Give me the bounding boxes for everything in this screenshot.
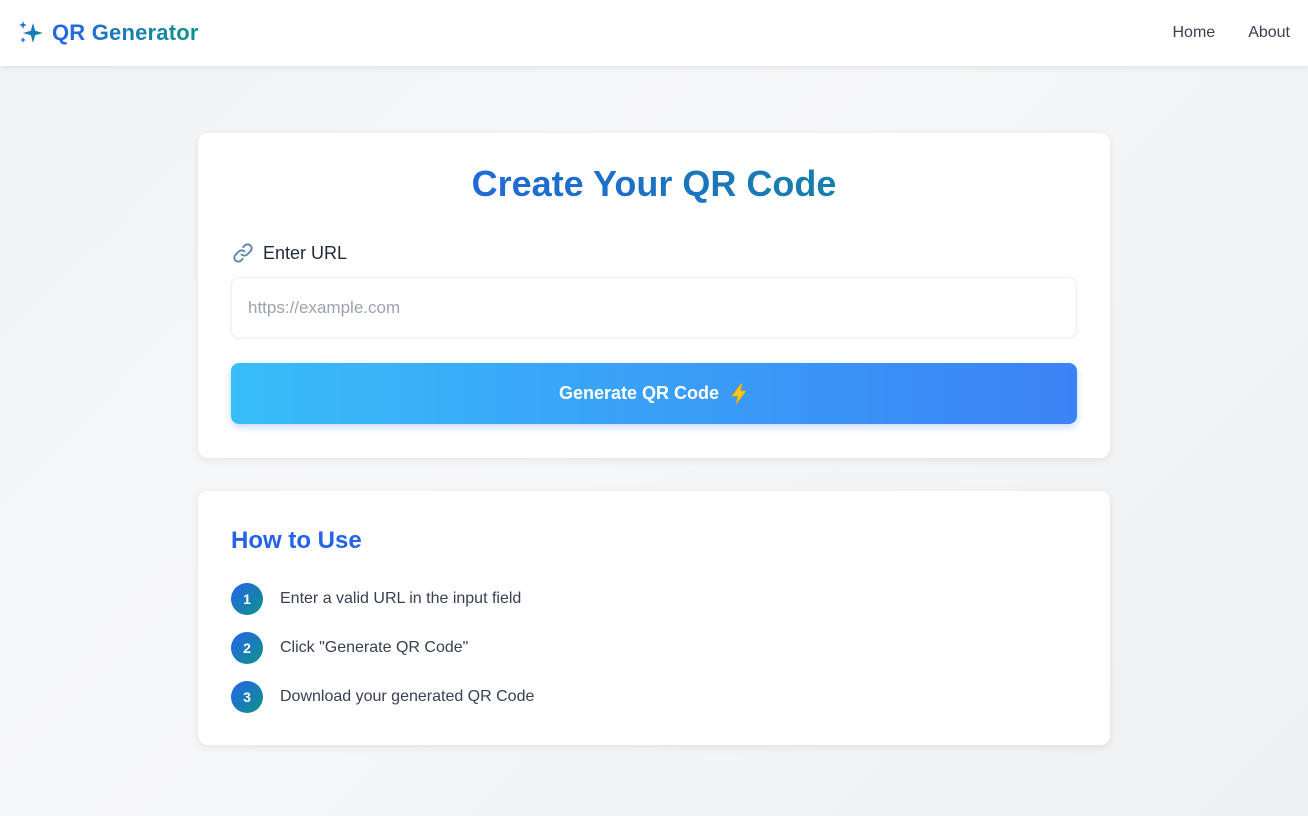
list-item: 2 Click "Generate QR Code": [231, 631, 534, 664]
step-number-badge: 1: [231, 582, 263, 615]
url-input[interactable]: [231, 277, 1077, 338]
url-label: Enter URL: [263, 242, 348, 263]
lightning-bolt-icon: [729, 383, 749, 405]
nav-link-home[interactable]: Home: [1173, 24, 1216, 42]
nav-links: Home About: [1173, 24, 1291, 42]
steps-list: 1 Enter a valid URL in the input field 2…: [231, 582, 534, 729]
step-text: Download your generated QR Code: [280, 687, 535, 705]
step-number-badge: 3: [231, 680, 263, 713]
create-qr-card: Create Your QR Code Enter URL Generate Q…: [198, 133, 1110, 458]
list-item: 3 Download your generated QR Code: [231, 680, 534, 713]
step-text: Click "Generate QR Code": [280, 638, 469, 656]
how-to-use-card: How to Use 1 Enter a valid URL in the in…: [198, 491, 1110, 745]
generate-qr-button[interactable]: Generate QR Code: [231, 363, 1077, 424]
step-text: Enter a valid URL in the input field: [280, 589, 522, 607]
generate-qr-label: Generate QR Code: [558, 383, 720, 403]
url-label-row: Enter URL: [231, 241, 347, 265]
brand[interactable]: QR Generator: [18, 20, 199, 46]
sparkles-icon: [18, 20, 44, 46]
how-to-use-title: How to Use: [231, 527, 362, 554]
list-item: 1 Enter a valid URL in the input field: [231, 582, 534, 615]
nav-link-about[interactable]: About: [1248, 24, 1290, 42]
step-number-badge: 2: [231, 631, 263, 664]
brand-title: QR Generator: [52, 20, 199, 45]
link-icon: [231, 241, 255, 265]
page-title: Create Your QR Code: [198, 163, 1110, 205]
navbar: QR Generator Home About: [0, 0, 1308, 66]
